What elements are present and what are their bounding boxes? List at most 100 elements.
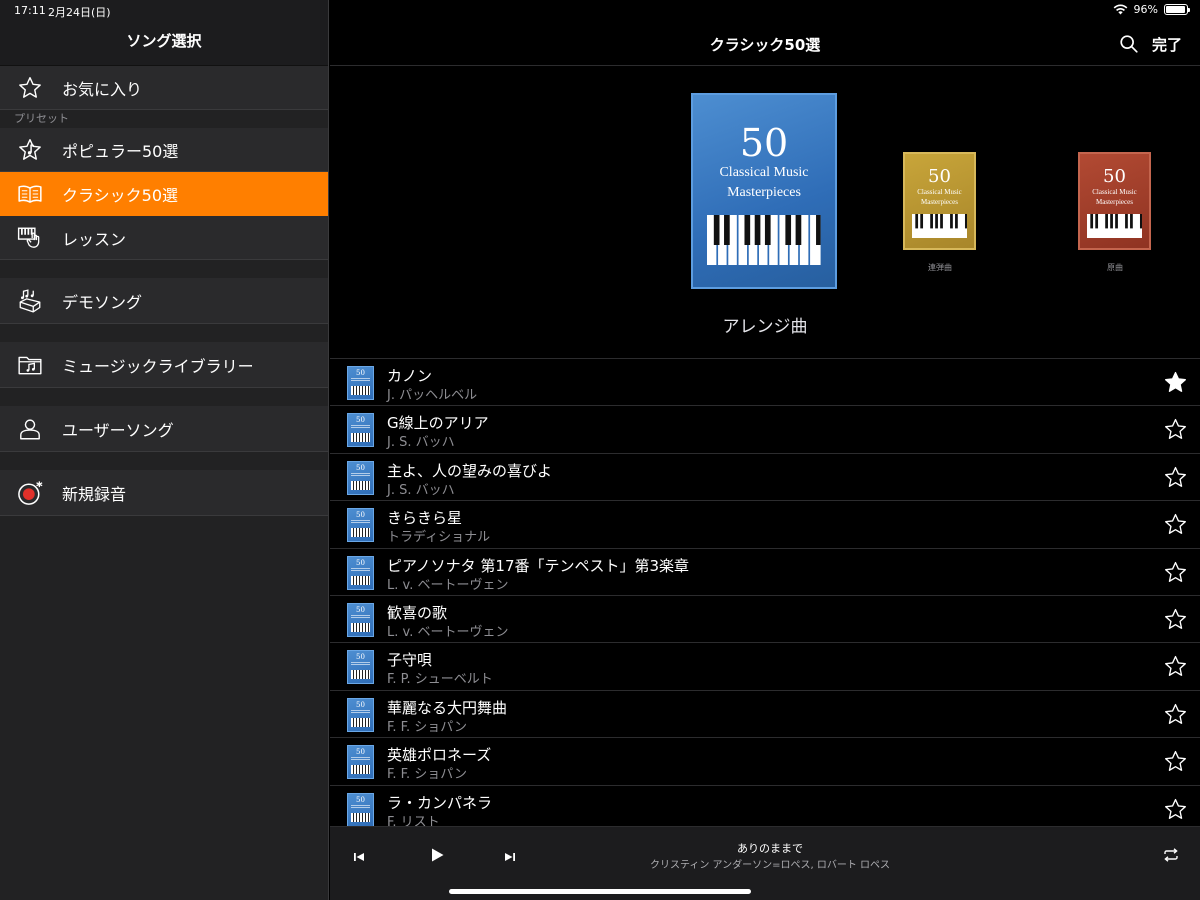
piano-keys-icon <box>707 215 821 265</box>
sidebar-item-label: デモソング <box>62 292 143 312</box>
song-row[interactable]: 50 英雄ポロネーズ F. F. ショパン <box>330 738 1200 786</box>
album-thumbnail: 50 <box>347 650 374 685</box>
favorite-toggle[interactable] <box>1163 465 1188 490</box>
album-thumbnail: 50 <box>347 745 374 780</box>
thumbnail-text-lines <box>351 378 370 381</box>
star-filled-icon <box>1165 371 1186 392</box>
song-artist: L. v. ベートーヴェン <box>387 577 509 593</box>
album-number: 50 <box>928 166 951 187</box>
song-row[interactable]: 50 ピアノソナタ 第17番「テンペスト」第3楽章 L. v. ベートーヴェン <box>330 549 1200 596</box>
song-row[interactable]: 50 ラ・カンパネラ F. リスト <box>330 786 1200 826</box>
favorite-toggle[interactable] <box>1163 749 1188 774</box>
album-original[interactable]: 50 Classical Music Masterpieces <box>1078 152 1151 250</box>
repeat-button[interactable] <box>1162 847 1180 863</box>
thumbnail-number: 50 <box>356 605 365 614</box>
now-playing-title: ありのままで <box>737 842 803 855</box>
sidebar-item-music-library[interactable]: ミュージックライブラリー <box>0 342 328 388</box>
sidebar-item-lesson[interactable]: レッスン <box>0 216 328 260</box>
piano-keys-icon <box>351 528 370 538</box>
search-button[interactable] <box>1118 33 1140 55</box>
play-icon <box>432 848 444 862</box>
record-icon <box>16 479 44 507</box>
album-subtitle: Classical Music Masterpieces <box>719 165 809 200</box>
song-artist: F. F. ショパン <box>387 767 467 783</box>
album-subtitle: Classical Music Masterpieces <box>1092 188 1137 206</box>
sidebar-item-label: お気に入り <box>62 79 143 99</box>
favorite-toggle[interactable] <box>1163 512 1188 537</box>
star-outline-icon <box>1165 751 1186 772</box>
album-caption-original: 原曲 <box>1107 263 1123 272</box>
main-panel: クラシック50選 完了 50 Classical Music Masterpiec… <box>330 0 1200 900</box>
song-title: ラ・カンパネラ <box>387 793 493 812</box>
thumbnail-number: 50 <box>356 653 365 662</box>
song-list: 50 カノン J. パッヘルベル 50 G線上のアリア J. S. バッハ 50 主よ、人の望… <box>330 358 1200 826</box>
song-title: 英雄ポロネーズ <box>387 746 492 765</box>
favorite-toggle[interactable] <box>1163 560 1188 585</box>
sidebar-item-classical50[interactable]: クラシック50選 <box>0 172 328 216</box>
repeat-icon <box>1164 848 1178 862</box>
song-artist: F. リスト <box>387 814 440 826</box>
thumbnail-text-lines <box>351 614 370 618</box>
album-carousel: 50 Classical Music Masterpieces 50 Classi… <box>330 66 1200 358</box>
now-playing-artist: クリスティン アンダーソン=ロペス, ロバート ロペス <box>649 860 891 871</box>
previous-button[interactable] <box>352 849 368 865</box>
favorite-toggle[interactable] <box>1163 417 1188 442</box>
favorite-toggle[interactable] <box>1163 607 1188 632</box>
album-thumbnail: 50 <box>347 792 374 826</box>
music-notes-box-icon <box>16 287 44 315</box>
thumbnail-number: 50 <box>356 558 365 567</box>
favorite-toggle[interactable] <box>1163 797 1188 822</box>
page-title: クラシック50選 <box>709 36 821 54</box>
star-outline-icon <box>1165 419 1186 440</box>
thumbnail-number: 50 <box>356 795 365 804</box>
album-arranged[interactable]: 50 Classical Music Masterpieces <box>691 93 837 289</box>
album-thumbnail: 50 <box>347 697 374 732</box>
sidebar-item-demo-songs[interactable]: デモソング <box>0 278 328 324</box>
sidebar-item-label: クラシック50選 <box>62 185 179 205</box>
favorite-toggle[interactable] <box>1163 654 1188 679</box>
album-thumbnail: 50 <box>347 366 374 400</box>
favorite-toggle[interactable] <box>1163 370 1188 395</box>
song-row[interactable]: 50 子守唄 F. P. シューベルト <box>330 643 1200 691</box>
battery-percent: 96% <box>1133 3 1158 16</box>
thumbnail-text-lines <box>351 472 370 476</box>
album-thumbnail: 50 <box>347 555 374 590</box>
song-title: カノン <box>387 367 433 385</box>
song-artist: F. P. シューベルト <box>387 672 493 688</box>
song-row[interactable]: 50 歓喜の歌 L. v. ベートーヴェン <box>330 596 1200 644</box>
sidebar-item-user-songs[interactable]: ユーザーソング <box>0 406 328 452</box>
piano-keys-icon <box>911 214 968 238</box>
song-row[interactable]: 50 主よ、人の望みの喜びよ J. S. バッハ <box>330 454 1200 502</box>
battery-icon <box>1164 4 1190 15</box>
song-artist: J. S. バッハ <box>387 435 455 451</box>
album-caption-duet: 連弾曲 <box>928 263 952 272</box>
sidebar-item-label: 新規録音 <box>62 484 127 504</box>
thumbnail-number: 50 <box>356 700 365 709</box>
piano-keys-icon <box>351 765 370 775</box>
sidebar-item-popular50[interactable]: ポピュラー50選 <box>0 128 328 172</box>
song-artist: トラディショナル <box>387 530 491 546</box>
play-button[interactable] <box>428 846 446 864</box>
song-row[interactable]: 50 G線上のアリア J. S. バッハ <box>330 406 1200 454</box>
status-right: 96% <box>1113 3 1190 16</box>
sidebar-item-new-recording[interactable]: 新規録音 <box>0 470 328 516</box>
status-date: 2月24日(日) <box>48 6 111 19</box>
skip-back-icon <box>354 853 364 861</box>
album-duet[interactable]: 50 Classical Music Masterpieces <box>903 152 976 250</box>
sidebar: ソング選択 お気に入り プリセット ポピュラー50選 クラシック50選 レッスン… <box>0 0 329 900</box>
sidebar-divider <box>0 452 328 470</box>
song-artist: J. パッヘルベル <box>387 388 478 403</box>
star-outline-icon <box>1165 656 1186 677</box>
piano-keys-icon <box>351 812 370 822</box>
thumbnail-number: 50 <box>356 748 365 757</box>
done-button[interactable]: 完了 <box>1152 34 1182 55</box>
thumbnail-number: 50 <box>356 463 365 472</box>
song-row[interactable]: 50 カノン J. パッヘルベル <box>330 359 1200 407</box>
song-artist: F. F. ショパン <box>387 719 467 735</box>
favorite-toggle[interactable] <box>1163 702 1188 727</box>
sidebar-item-favorites[interactable]: お気に入り <box>0 66 328 110</box>
song-row[interactable]: 50 きらきら星 トラディショナル <box>330 501 1200 549</box>
next-button[interactable] <box>503 849 519 865</box>
album-number: 50 <box>739 121 789 165</box>
song-row[interactable]: 50 華麗なる大円舞曲 F. F. ショパン <box>330 691 1200 739</box>
